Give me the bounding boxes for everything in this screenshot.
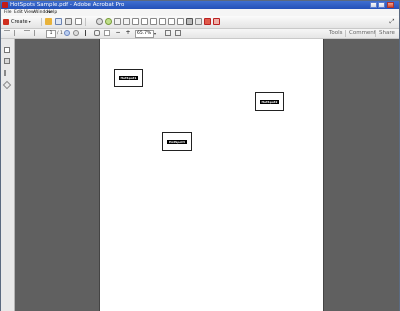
close-button[interactable] <box>387 2 394 8</box>
zoom-out-circle-icon[interactable] <box>73 30 79 36</box>
fit-page-icon[interactable] <box>165 30 171 36</box>
hotspot-label: HotSpot3 <box>167 139 187 144</box>
marquee-icon[interactable] <box>104 30 110 36</box>
tab-share[interactable]: Share <box>379 29 395 38</box>
settings-gear-icon[interactable] <box>96 18 103 25</box>
highlight-icon[interactable] <box>141 18 148 25</box>
save-icon[interactable] <box>55 18 62 25</box>
maximize-button[interactable] <box>378 2 385 8</box>
page-number-input[interactable]: 1 <box>46 30 56 38</box>
text-cursor-icon[interactable] <box>85 30 91 36</box>
title-bar[interactable]: HotSpots Sample.pdf - Adobe Acrobat Pro <box>1 1 399 9</box>
page-total: / 1 <box>57 31 63 36</box>
pdf-page[interactable]: HotSpot1 HotSpot2 HotSpot3 <box>100 39 323 311</box>
create-button[interactable]: Create ▾ <box>3 18 37 26</box>
hotspot-1[interactable]: HotSpot1 <box>114 69 143 87</box>
zoom-out-icon[interactable]: − <box>115 30 121 36</box>
email-icon[interactable] <box>75 18 82 25</box>
chevron-down-icon[interactable]: ▾ <box>154 30 156 37</box>
hotspot-2[interactable]: HotSpot2 <box>255 92 284 111</box>
chevron-down-icon: ▾ <box>28 19 31 24</box>
form-icon[interactable] <box>195 18 202 25</box>
last-page-icon[interactable] <box>34 30 40 36</box>
select-tool-icon[interactable] <box>186 18 193 25</box>
menu-bar: File Edit View Window Help <box>1 9 399 16</box>
expand-icon[interactable]: ⤢ <box>388 18 396 26</box>
open-folder-icon[interactable] <box>45 18 52 25</box>
note-icon[interactable] <box>132 18 139 25</box>
edit-text-icon[interactable] <box>150 18 157 25</box>
print-icon[interactable] <box>65 18 72 25</box>
tab-comment[interactable]: Comment <box>349 29 376 38</box>
bookmarks-icon[interactable] <box>4 58 10 64</box>
first-page-icon[interactable] <box>4 30 10 36</box>
acrobat-window: HotSpots Sample.pdf - Adobe Acrobat Pro … <box>0 0 400 311</box>
tab-tools[interactable]: Tools <box>329 29 343 38</box>
stamp-icon[interactable] <box>204 18 211 25</box>
zoom-in-circle-icon[interactable] <box>64 30 70 36</box>
acrobat-app-icon <box>2 2 8 8</box>
document-icon[interactable] <box>114 18 121 25</box>
image-icon[interactable] <box>159 18 166 25</box>
hotspot-3[interactable]: HotSpot3 <box>162 132 192 151</box>
menu-edit[interactable]: Edit <box>14 9 23 16</box>
toolbar-separator <box>41 18 42 26</box>
window-title: HotSpots Sample.pdf - Adobe Acrobat Pro <box>10 2 125 8</box>
tab-separator <box>375 30 376 37</box>
hand-tool-icon[interactable] <box>94 30 100 36</box>
menu-help[interactable]: Help <box>47 9 57 16</box>
zoom-in-icon[interactable]: + <box>125 30 131 36</box>
create-icon <box>3 19 9 25</box>
minimize-button[interactable] <box>370 2 377 8</box>
navigation-pane <box>1 39 15 311</box>
previous-page-icon[interactable] <box>14 30 20 36</box>
link-icon[interactable] <box>168 18 175 25</box>
document-viewer[interactable]: HotSpot1 HotSpot2 HotSpot3 <box>15 39 399 311</box>
signatures-icon[interactable] <box>2 80 12 90</box>
pages-icon[interactable] <box>123 18 130 25</box>
hotspot-label: HotSpot1 <box>118 76 139 80</box>
fit-width-icon[interactable] <box>175 30 181 36</box>
main-toolbar: Create ▾ ⤢ <box>1 16 399 29</box>
hotspot-label: HotSpot2 <box>259 99 280 104</box>
page-thumbnails-icon[interactable] <box>4 47 10 53</box>
next-page-icon[interactable] <box>24 30 30 36</box>
attach-icon[interactable] <box>177 18 184 25</box>
navigation-toolbar: 1 / 1 − + 65.7% ▾ Tools Comment Share <box>1 29 399 39</box>
comment-bubble-icon[interactable] <box>105 18 112 25</box>
attachments-icon[interactable] <box>4 70 10 76</box>
toolbar-separator <box>85 18 86 26</box>
zoom-level-input[interactable]: 65.7% <box>135 30 154 38</box>
tab-separator <box>345 30 346 37</box>
menu-file[interactable]: File <box>4 9 12 16</box>
create-label: Create <box>11 19 28 25</box>
redact-icon[interactable] <box>213 18 220 25</box>
